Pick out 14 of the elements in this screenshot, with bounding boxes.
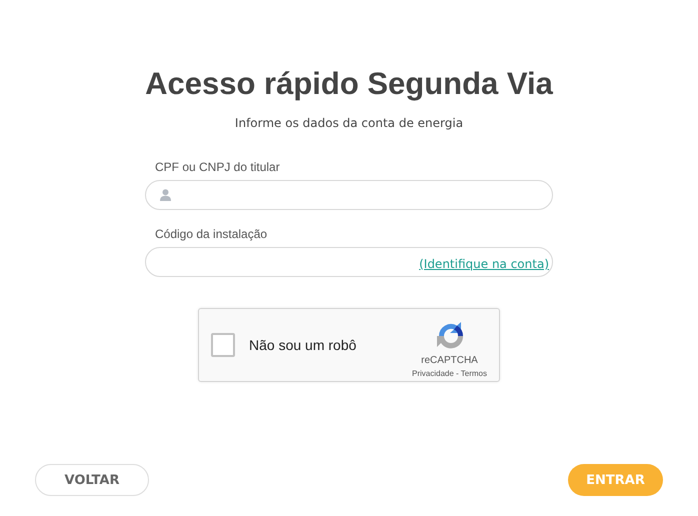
field-label: Código da instalação [155,227,268,242]
privacy-terms-links[interactable]: Privacidade - Termos [412,369,487,378]
back-button[interactable]: VOLTAR [35,464,149,496]
subtitle: Informe os dados da conta de energia [234,116,464,130]
captcha-checkbox[interactable] [211,333,235,357]
person-icon [160,189,171,201]
recaptcha-label: reCAPTCHA [421,355,478,366]
input-field[interactable]: (Identifique na conta) [145,247,553,277]
identify-link[interactable]: (Identifique na conta) [419,257,549,271]
page-title: Acesso rápido Segunda Via [145,65,553,103]
captcha-label: Não sou um robô [249,337,358,353]
input-field[interactable] [145,180,553,210]
field-label: CPF ou CNPJ do titular [155,160,281,175]
submit-button[interactable]: ENTRAR [568,464,663,496]
